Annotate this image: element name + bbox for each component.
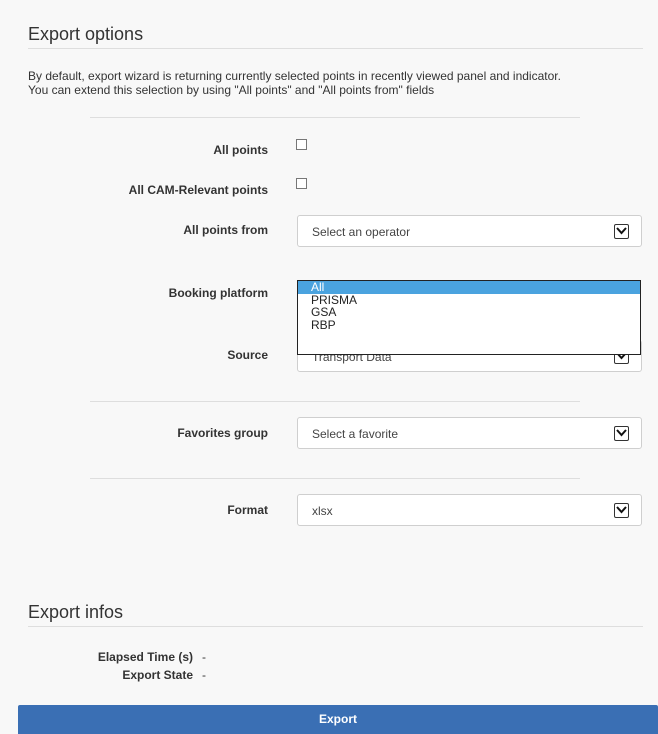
export-button[interactable]: Export [18,705,658,734]
export-state-value: - [202,668,206,682]
booking-platform-option[interactable]: RBP [298,318,640,332]
favorites-select[interactable]: Select a favorite [297,417,642,449]
title-divider [28,48,643,49]
export-infos-title: Export infos [28,602,124,622]
all-points-from-label: All points from [183,223,268,237]
format-label: Format [227,503,268,517]
export-panel: Export options By default, export wizard… [0,0,658,734]
booking-platform-option[interactable]: All [298,281,640,294]
booking-platform-label: Booking platform [168,286,268,300]
all-cam-relevant-points-label: All CAM-Relevant points [128,183,268,197]
chevron-down-icon [614,224,629,239]
export-description: By default, export wizard is returning c… [28,69,643,97]
description-line-2: You can extend this selection by using "… [28,83,435,97]
chevron-down-icon [614,426,629,441]
title-divider [28,626,643,627]
operator-select[interactable]: Select an operator [297,215,642,247]
booking-platform-option[interactable]: GSA [298,306,640,319]
divider [90,478,580,479]
favorites-group-label: Favorites group [177,426,268,440]
all-points-checkbox[interactable] [296,139,307,150]
description-line-1: By default, export wizard is returning c… [28,69,561,83]
export-options-title: Export options [28,24,144,44]
operator-select-value: Select an operator [312,225,411,239]
divider [90,117,580,118]
export-state-label: Export State [122,668,193,682]
all-points-label: All points [213,143,268,157]
format-select-value: xlsx [312,504,333,518]
all-cam-relevant-points-checkbox[interactable] [296,178,307,189]
divider [90,401,580,402]
booking-platform-dropdown[interactable]: All PRISMA GSA RBP [297,280,641,355]
format-select[interactable]: xlsx [297,494,642,526]
booking-platform-option[interactable]: PRISMA [298,293,640,307]
source-label: Source [227,348,268,362]
chevron-down-icon [614,503,629,518]
elapsed-time-value: - [202,650,206,664]
favorites-select-value: Select a favorite [312,427,399,441]
elapsed-time-label: Elapsed Time (s) [97,650,193,664]
